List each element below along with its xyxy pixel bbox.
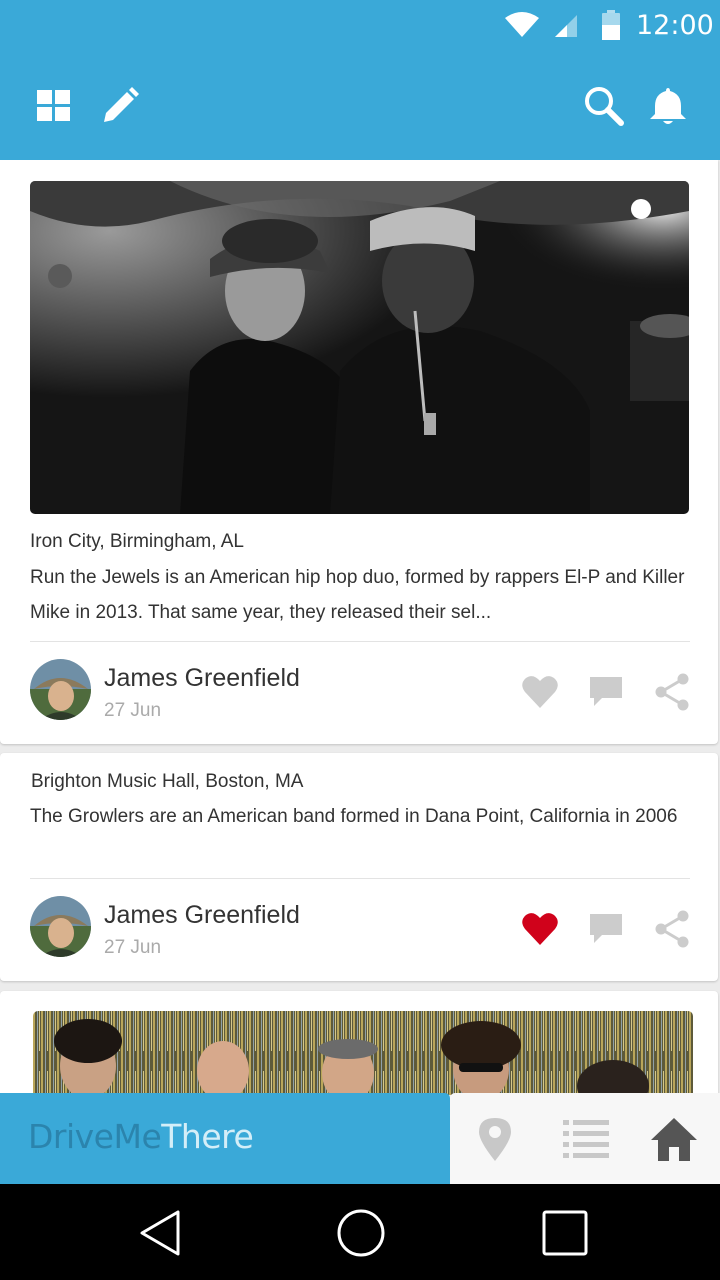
home-circle-icon[interactable] bbox=[336, 1208, 386, 1258]
brand-bar: DriveMeThere bbox=[0, 1093, 450, 1184]
status-bar: 12:00 bbox=[0, 0, 720, 50]
post-photo[interactable] bbox=[30, 181, 689, 514]
divider bbox=[30, 878, 690, 879]
post-date: 27 Jun bbox=[104, 937, 162, 958]
signal-icon bbox=[555, 15, 577, 37]
post-description: Run the Jewels is an American hip hop du… bbox=[30, 567, 685, 623]
back-icon[interactable] bbox=[136, 1208, 186, 1258]
clock: 12:00 bbox=[636, 10, 714, 41]
post-location: Brighton Music Hall, Boston, MA bbox=[31, 771, 304, 792]
author-name[interactable]: James Greenfield bbox=[104, 901, 300, 930]
location-pin-icon[interactable] bbox=[470, 1115, 520, 1165]
concert-photo bbox=[30, 181, 689, 514]
comment-icon[interactable] bbox=[586, 672, 626, 712]
post-card bbox=[0, 991, 718, 1095]
post-card: Brighton Music Hall, Boston, MA The Grow… bbox=[0, 753, 718, 981]
edit-icon[interactable] bbox=[100, 86, 140, 126]
post-location: Iron City, Birmingham, AL bbox=[30, 531, 245, 552]
home-icon[interactable] bbox=[649, 1115, 699, 1165]
heart-icon[interactable] bbox=[520, 909, 560, 949]
comment-icon[interactable] bbox=[586, 909, 626, 949]
post-description: The Growlers are an American band formed… bbox=[30, 806, 678, 827]
divider bbox=[30, 641, 690, 642]
avatar[interactable] bbox=[30, 896, 91, 957]
bottom-tabs bbox=[450, 1093, 720, 1184]
band-photo bbox=[33, 1011, 693, 1095]
grid-icon[interactable] bbox=[34, 86, 74, 126]
author-name[interactable]: James Greenfield bbox=[104, 664, 300, 693]
search-icon[interactable] bbox=[584, 86, 624, 126]
post-date: 27 Jun bbox=[104, 700, 162, 721]
wifi-icon bbox=[505, 12, 539, 37]
post-card: Iron City, Birmingham, AL Run the Jewels… bbox=[0, 160, 718, 744]
app-bar bbox=[0, 50, 720, 160]
bell-icon[interactable] bbox=[648, 86, 688, 126]
brand-logo: DriveMeThere bbox=[28, 1117, 254, 1156]
recents-icon[interactable] bbox=[540, 1208, 590, 1258]
share-icon[interactable] bbox=[652, 909, 692, 949]
heart-icon[interactable] bbox=[520, 672, 560, 712]
system-nav-bar bbox=[0, 1184, 720, 1280]
share-icon[interactable] bbox=[652, 672, 692, 712]
feed[interactable]: Iron City, Birmingham, AL Run the Jewels… bbox=[0, 160, 720, 1095]
list-icon[interactable] bbox=[561, 1115, 611, 1165]
battery-icon bbox=[602, 10, 620, 40]
avatar[interactable] bbox=[30, 659, 91, 720]
post-photo[interactable] bbox=[33, 1011, 693, 1095]
